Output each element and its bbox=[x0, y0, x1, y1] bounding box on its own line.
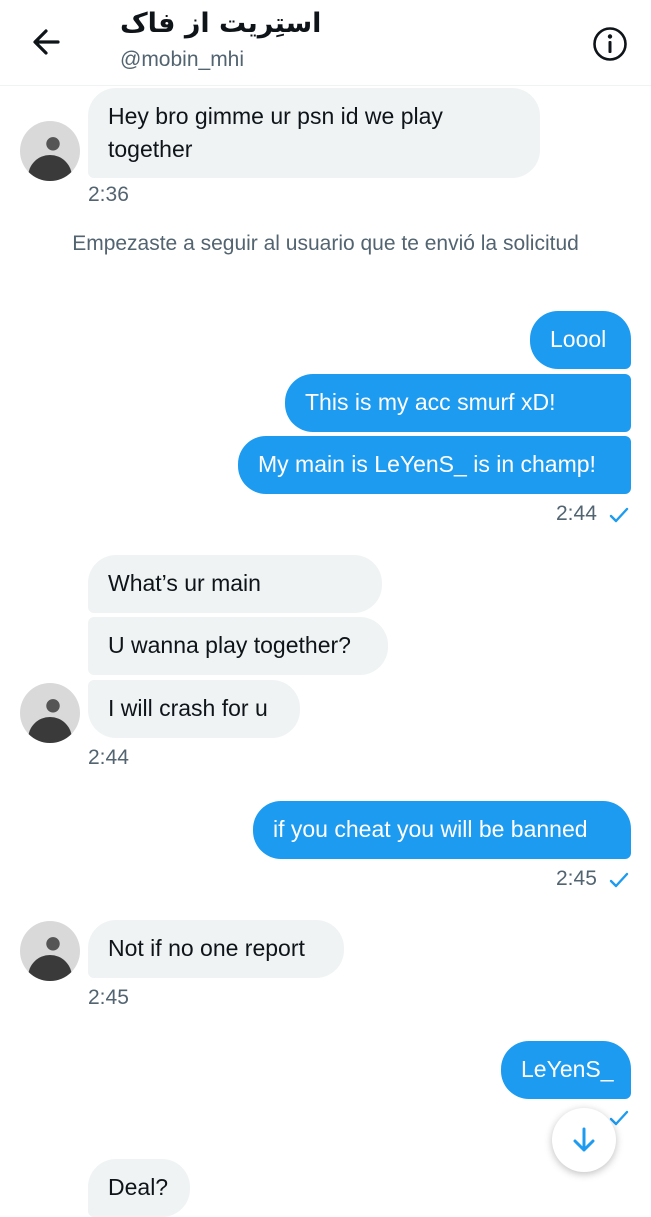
checkmark-icon bbox=[609, 872, 629, 888]
conversation-header: استِریت از فاک @mobin_mhi bbox=[0, 0, 651, 86]
message-timestamp: 2:45 bbox=[556, 867, 597, 890]
avatar[interactable] bbox=[20, 121, 80, 181]
message-timestamp: 2:44 bbox=[88, 746, 129, 769]
message-bubble-outgoing[interactable]: LeYenS_ bbox=[501, 1041, 631, 1099]
message-text: This is my acc smurf xD! bbox=[305, 389, 556, 415]
avatar[interactable] bbox=[20, 921, 80, 981]
back-arrow-icon bbox=[33, 29, 60, 55]
message-timestamp: 2:44 bbox=[556, 502, 597, 525]
conversation-title[interactable]: استِریت از فاک bbox=[120, 6, 321, 42]
message-text: My main is LeYenS_ is in champ! bbox=[258, 451, 596, 477]
back-button[interactable] bbox=[26, 24, 70, 60]
message-bubble-incoming[interactable]: Deal? bbox=[88, 1159, 190, 1217]
message-bubble-incoming[interactable]: Not if no one report bbox=[88, 920, 344, 978]
message-text: U wanna play together? bbox=[108, 632, 351, 658]
arrow-down-icon bbox=[573, 1127, 595, 1152]
message-text: Not if no one report bbox=[108, 935, 305, 961]
message-text: Loool bbox=[550, 326, 607, 352]
message-bubble-incoming[interactable]: I will crash for u bbox=[88, 680, 300, 738]
message-bubble-outgoing[interactable]: if you cheat you will be banned bbox=[253, 801, 631, 859]
message-bubble-outgoing[interactable]: This is my acc smurf xD! bbox=[285, 374, 631, 432]
message-text: if you cheat you will be banned bbox=[273, 816, 588, 842]
message-bubble-outgoing[interactable]: My main is LeYenS_ is in champ! bbox=[238, 436, 631, 494]
message-bubble-incoming[interactable]: U wanna play together? bbox=[88, 617, 388, 675]
user-handle[interactable]: @mobin_mhi bbox=[120, 48, 244, 72]
message-text: What’s ur main bbox=[108, 570, 261, 596]
message-text: Deal? bbox=[108, 1174, 169, 1200]
message-bubble-incoming[interactable]: What’s ur main bbox=[88, 555, 382, 613]
avatar[interactable] bbox=[20, 683, 80, 743]
checkmark-icon bbox=[609, 507, 629, 523]
message-text: Hey bro gimme ur psn id we play together bbox=[108, 103, 443, 162]
message-timestamp: 2:36 bbox=[88, 183, 129, 206]
message-bubble-outgoing[interactable]: Loool bbox=[530, 311, 631, 369]
info-icon bbox=[593, 27, 627, 61]
system-notice: Empezaste a seguir al usuario que te env… bbox=[72, 232, 579, 255]
scroll-to-bottom-button[interactable] bbox=[552, 1108, 616, 1172]
message-text: I will crash for u bbox=[108, 695, 268, 721]
info-button[interactable] bbox=[590, 24, 630, 64]
message-bubble-incoming[interactable]: Hey bro gimme ur psn id we play together bbox=[88, 88, 540, 178]
message-text: LeYenS_ bbox=[521, 1056, 614, 1082]
message-timestamp: 2:45 bbox=[88, 986, 129, 1009]
